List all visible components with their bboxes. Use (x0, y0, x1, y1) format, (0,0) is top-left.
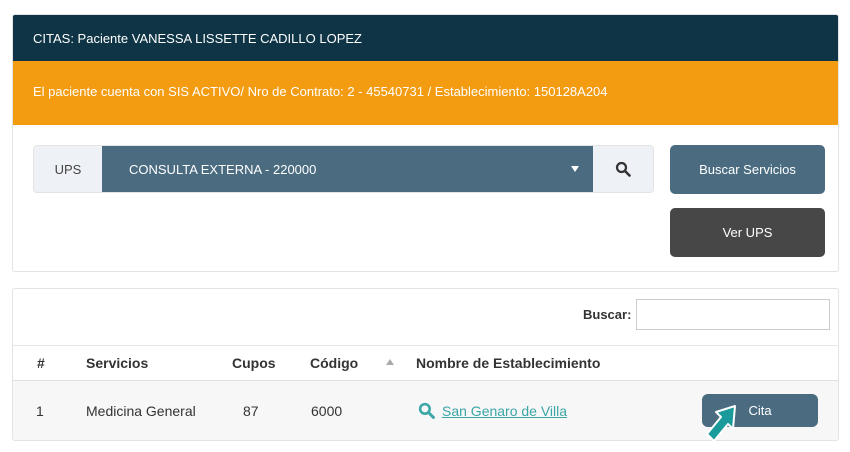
column-header-servicios[interactable]: Servicios (86, 355, 148, 371)
establecimiento-name[interactable]: San Genaro de Villa (442, 403, 567, 419)
table-header: # Servicios Cupos Código Nombre de Estab… (13, 345, 838, 381)
ups-dropdown[interactable]: CONSULTA EXTERNA - 220000 (102, 146, 593, 192)
citas-panel: CITAS: Paciente VANESSA LISSETTE CADILLO… (12, 14, 839, 272)
page-title: CITAS: Paciente VANESSA LISSETTE CADILLO… (33, 31, 362, 46)
cell-codigo: 6000 (311, 403, 343, 419)
ups-label: UPS (34, 146, 102, 192)
search-input[interactable] (636, 299, 830, 330)
ups-select-group: UPS CONSULTA EXTERNA - 220000 (33, 145, 654, 193)
column-header-establecimiento[interactable]: Nombre de Establecimiento (416, 355, 600, 371)
panel-header: CITAS: Paciente VANESSA LISSETTE CADILLO… (13, 15, 838, 61)
sis-alert: El paciente cuenta con SIS ACTIVO/ Nro d… (13, 61, 838, 125)
buscar-servicios-button[interactable]: Buscar Servicios (670, 145, 825, 194)
cursor-arrow-icon (706, 405, 736, 442)
ups-selected-value: CONSULTA EXTERNA - 220000 (129, 161, 317, 177)
cell-cupos: 87 (243, 403, 259, 419)
caret-down-icon (571, 166, 579, 172)
column-header-codigo[interactable]: Código (310, 355, 358, 371)
sort-asc-icon[interactable] (386, 359, 394, 365)
ups-search-button[interactable] (593, 146, 653, 192)
ver-ups-button[interactable]: Ver UPS (670, 208, 825, 257)
cell-servicio: Medicina General (86, 403, 196, 419)
alert-text: El paciente cuenta con SIS ACTIVO/ Nro d… (33, 84, 608, 99)
column-header-cupos[interactable]: Cupos (232, 355, 276, 371)
establecimiento-link[interactable]: San Genaro de Villa (418, 402, 567, 419)
search-label: Buscar: (583, 307, 632, 322)
search-icon (418, 402, 435, 419)
cell-number: 1 (36, 403, 44, 419)
search-icon (615, 161, 631, 177)
column-header-number[interactable]: # (37, 355, 45, 371)
